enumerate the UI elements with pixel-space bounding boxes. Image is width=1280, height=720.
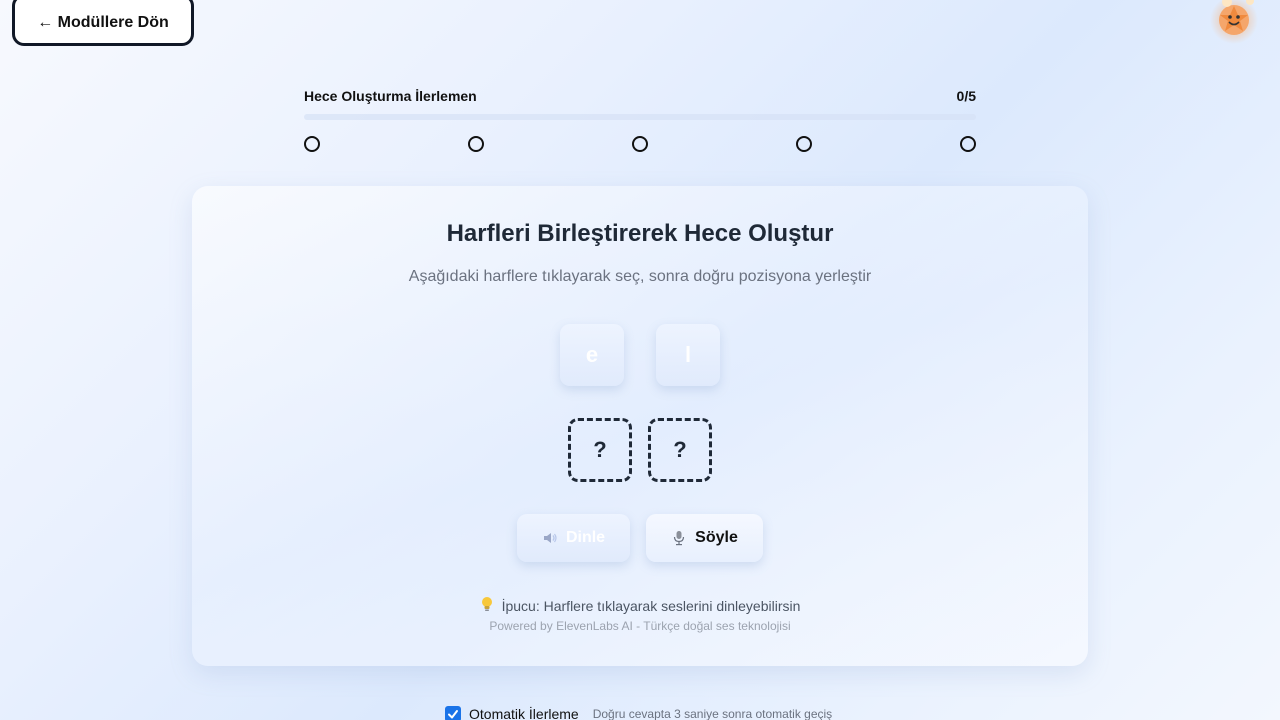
speaker-icon: [542, 530, 558, 546]
drop-slot-2[interactable]: ?: [648, 418, 712, 482]
powered-by-text: Powered by ElevenLabs AI - Türkçe doğal …: [489, 619, 791, 633]
exercise-card: Harfleri Birleştirerek Hece Oluştur Aşağ…: [192, 186, 1088, 666]
progress-step-dot: [304, 136, 320, 152]
progress-step-dot: [796, 136, 812, 152]
listen-button-label: Dinle: [565, 529, 606, 546]
progress-count: 0/5: [956, 88, 976, 104]
back-to-modules-button[interactable]: ← Modüllere Dön: [12, 0, 194, 46]
progress-step-dot: [960, 136, 976, 152]
auto-advance-label[interactable]: Otomatik İlerleme: [469, 706, 579, 720]
lightbulb-icon: [480, 596, 494, 615]
auto-advance-row: Otomatik İlerleme Doğru cevapta 3 saniye…: [445, 706, 832, 720]
progress-bar: [304, 114, 976, 120]
drop-slot-1[interactable]: ?: [568, 418, 632, 482]
letter-tile-e[interactable]: e: [560, 324, 624, 386]
auto-advance-description: Doğru cevapta 3 saniye sonra otomatik ge…: [592, 707, 833, 720]
progress-steps: [304, 136, 976, 152]
progress-section: Hece Oluşturma İlerlemen 0/5: [304, 88, 976, 152]
exercise-instruction: Aşağıdaki harflere tıklayarak seç, sonra…: [408, 268, 872, 285]
auto-advance-checkbox[interactable]: [445, 706, 461, 720]
progress-step-dot: [632, 136, 648, 152]
smiling-star-mascot-icon[interactable]: [1210, 0, 1258, 46]
checkmark-icon: [448, 710, 458, 719]
listen-button[interactable]: Dinle: [517, 514, 630, 562]
progress-label: Hece Oluşturma İlerlemen: [304, 88, 477, 104]
hint-row: İpucu: Harflere tıklayarak seslerini din…: [192, 596, 1088, 615]
progress-step-dot: [468, 136, 484, 152]
speak-button[interactable]: Söyle: [646, 514, 763, 562]
exercise-title: Harfleri Birleştirerek Hece Oluştur: [446, 220, 834, 247]
letter-tile-l[interactable]: l: [656, 324, 720, 386]
back-button-label: ← Modüllere Dön: [37, 14, 169, 31]
speak-button-label: Söyle: [695, 529, 738, 546]
microphone-icon: [671, 530, 687, 546]
hint-text: İpucu: Harflere tıklayarak seslerini din…: [501, 597, 801, 614]
